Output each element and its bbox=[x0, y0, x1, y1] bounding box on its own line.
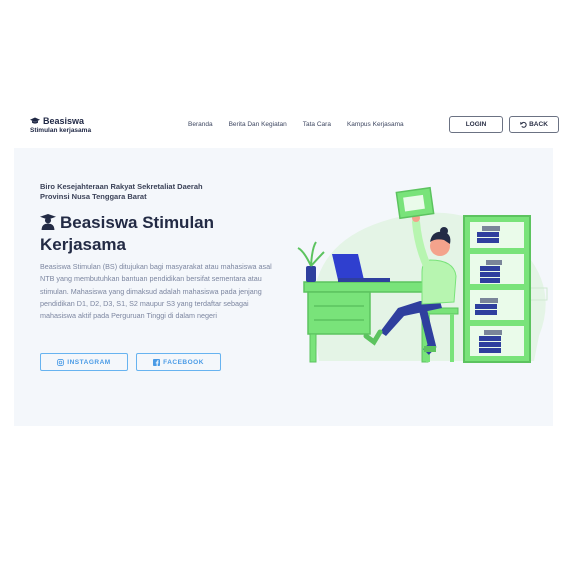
student-icon bbox=[40, 214, 56, 230]
instagram-label: INSTAGRAM bbox=[67, 358, 111, 366]
nav-berita-dan-kegiatan[interactable]: Berita Dan Kegiatan bbox=[229, 121, 287, 128]
nav-beranda[interactable]: Beranda bbox=[188, 121, 213, 128]
hero-title-line-1: Beasiswa Stimulan bbox=[60, 213, 215, 232]
back-button[interactable]: BACK bbox=[509, 116, 559, 133]
brand-title: Beasiswa bbox=[43, 116, 85, 126]
nav-tata-cara[interactable]: Tata Cara bbox=[303, 121, 331, 128]
instagram-button[interactable]: INSTAGRAM bbox=[40, 353, 128, 371]
study-illustration bbox=[297, 186, 548, 363]
nav-kampus-kerjasama[interactable]: Kampus Kerjasama bbox=[347, 121, 404, 128]
hero-title: Beasiswa Stimulan Kerjasama bbox=[40, 212, 270, 256]
brand-logo[interactable]: Beasiswa Stimulan kerjasama bbox=[30, 116, 91, 134]
eyebrow-line-2: Provinsi Nusa Tenggara Barat bbox=[40, 192, 147, 201]
graduation-cap-icon bbox=[30, 117, 40, 124]
hero-description: Beasiswa Stimulan (BS) ditujukan bagi ma… bbox=[40, 262, 272, 321]
back-label: BACK bbox=[529, 121, 548, 128]
hero-section: Biro Kesejahteraan Rakyat Sekretaliat Da… bbox=[14, 148, 553, 426]
navbar: Beasiswa Stimulan kerjasama Beranda Beri… bbox=[0, 108, 568, 148]
nav-links: Beranda Berita Dan Kegiatan Tata Cara Ka… bbox=[188, 121, 404, 128]
undo-icon bbox=[520, 121, 527, 128]
facebook-icon bbox=[153, 358, 161, 366]
instagram-icon bbox=[57, 358, 65, 366]
eyebrow-line-1: Biro Kesejahteraan Rakyat Sekretaliat Da… bbox=[40, 182, 203, 191]
brand-subtitle: Stimulan kerjasama bbox=[30, 127, 92, 134]
facebook-label: FACEBOOK bbox=[163, 358, 204, 366]
facebook-button[interactable]: FACEBOOK bbox=[136, 353, 221, 371]
hero-title-line-2: Kerjasama bbox=[40, 235, 127, 254]
login-label: LOGIN bbox=[465, 121, 487, 128]
login-button[interactable]: LOGIN bbox=[449, 116, 503, 133]
brand-title-row: Beasiswa bbox=[30, 116, 91, 126]
hero-eyebrow: Biro Kesejahteraan Rakyat Sekretaliat Da… bbox=[40, 182, 203, 202]
